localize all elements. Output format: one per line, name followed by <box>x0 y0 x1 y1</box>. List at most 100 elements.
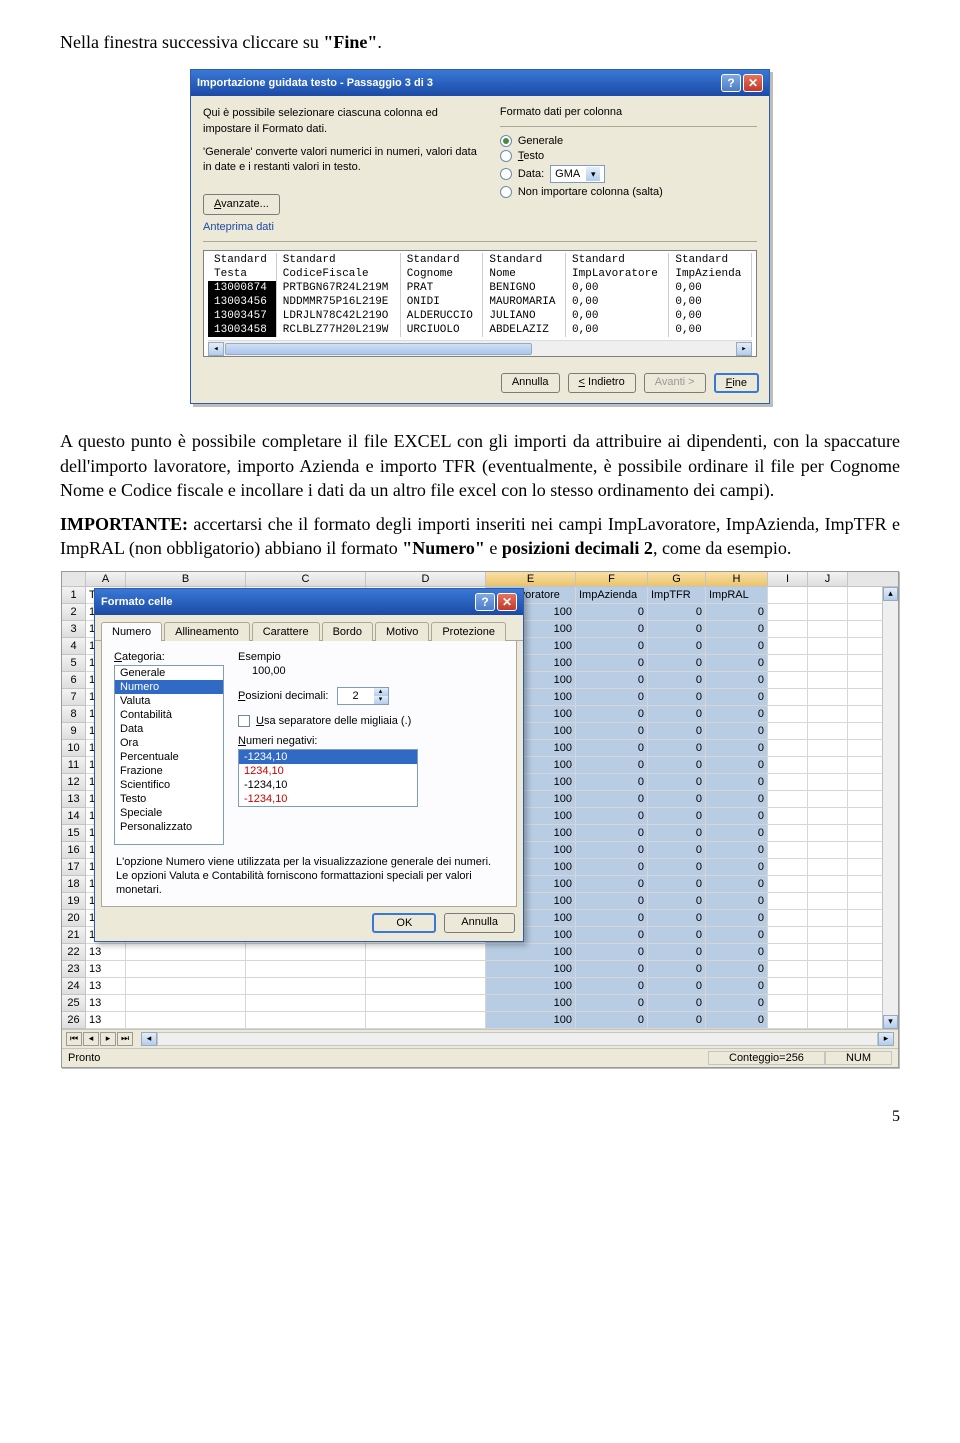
cell[interactable] <box>808 621 848 637</box>
cell[interactable]: 0 <box>576 604 648 620</box>
row-header[interactable]: 2 <box>62 604 86 621</box>
row-header[interactable]: 11 <box>62 757 86 774</box>
list-item[interactable]: 1234,10 <box>239 764 417 778</box>
cell[interactable] <box>768 587 808 603</box>
list-item[interactable]: Speciale <box>115 806 223 820</box>
cell[interactable] <box>126 995 246 1011</box>
cell[interactable] <box>808 723 848 739</box>
cell[interactable] <box>768 774 808 790</box>
cell[interactable]: 0 <box>648 791 706 807</box>
list-item[interactable]: Data <box>115 722 223 736</box>
v-scrollbar[interactable]: ▴ ▾ <box>882 587 898 1029</box>
cell[interactable]: 0 <box>706 655 768 671</box>
cell[interactable] <box>808 978 848 994</box>
column-header[interactable]: I <box>768 572 808 586</box>
cell[interactable]: 0 <box>706 961 768 977</box>
cell[interactable] <box>768 689 808 705</box>
cell[interactable]: 0 <box>648 859 706 875</box>
cell[interactable]: 0 <box>648 723 706 739</box>
cell[interactable]: 0 <box>706 757 768 773</box>
cell[interactable] <box>808 791 848 807</box>
row-header[interactable]: 6 <box>62 672 86 689</box>
list-item[interactable]: -1234,10 <box>239 778 417 792</box>
cell[interactable]: 0 <box>576 1012 648 1028</box>
cell[interactable]: 0 <box>576 927 648 943</box>
titlebar[interactable]: Importazione guidata testo - Passaggio 3… <box>191 70 769 96</box>
cell[interactable]: 0 <box>706 825 768 841</box>
cell[interactable]: 0 <box>706 944 768 960</box>
cell[interactable] <box>768 927 808 943</box>
cell[interactable]: 0 <box>706 859 768 875</box>
cell[interactable] <box>808 672 848 688</box>
help-button[interactable]: ? <box>721 74 741 92</box>
list-item[interactable]: Ora <box>115 736 223 750</box>
decimals-input[interactable] <box>338 689 374 703</box>
cancel-button[interactable]: Annulla <box>501 373 560 393</box>
prev-sheet-icon[interactable]: ◂ <box>83 1032 99 1046</box>
cell[interactable]: 0 <box>706 842 768 858</box>
h-scrollbar[interactable]: ◂ ▸ <box>141 1032 894 1046</box>
cell[interactable]: 0 <box>576 808 648 824</box>
cell[interactable] <box>808 689 848 705</box>
cell[interactable]: 0 <box>706 927 768 943</box>
ok-button[interactable]: OK <box>372 913 436 933</box>
scroll-up-icon[interactable]: ▴ <box>883 587 898 601</box>
last-sheet-icon[interactable]: ⏭ <box>117 1032 133 1046</box>
cell[interactable]: 0 <box>706 672 768 688</box>
cell[interactable] <box>768 723 808 739</box>
scroll-left-icon[interactable]: ◂ <box>208 342 224 356</box>
cell[interactable] <box>768 978 808 994</box>
cell[interactable]: 0 <box>576 995 648 1011</box>
cell[interactable]: 0 <box>576 791 648 807</box>
cell[interactable]: 100 <box>486 1012 576 1028</box>
list-item[interactable]: Generale <box>115 666 223 680</box>
cell[interactable] <box>768 961 808 977</box>
decimals-spinner[interactable]: ▴▾ <box>337 687 389 705</box>
cell[interactable] <box>246 978 366 994</box>
cell[interactable] <box>808 859 848 875</box>
cell[interactable] <box>808 876 848 892</box>
row-header[interactable]: 5 <box>62 655 86 672</box>
cell[interactable] <box>808 842 848 858</box>
scroll-left-icon[interactable]: ◂ <box>141 1032 157 1046</box>
cell[interactable]: 0 <box>706 808 768 824</box>
radio-skip[interactable]: Non importare colonna (salta) <box>500 186 757 198</box>
cell[interactable]: 0 <box>706 791 768 807</box>
cell[interactable]: 0 <box>706 893 768 909</box>
date-format-combo[interactable]: GMA ▾ <box>550 165 605 183</box>
list-item[interactable]: Testo <box>115 792 223 806</box>
tab-protezione[interactable]: Protezione <box>431 622 506 641</box>
cell[interactable] <box>768 672 808 688</box>
row-header[interactable]: 14 <box>62 808 86 825</box>
row-header[interactable]: 22 <box>62 944 86 961</box>
cell[interactable] <box>808 995 848 1011</box>
spin-down-icon[interactable]: ▾ <box>374 696 388 704</box>
tab-numero[interactable]: Numero <box>101 622 162 641</box>
cell[interactable]: 13 <box>86 978 126 994</box>
cell[interactable] <box>808 774 848 790</box>
cell[interactable]: 100 <box>486 978 576 994</box>
row-header[interactable]: 24 <box>62 978 86 995</box>
cell[interactable]: 0 <box>706 1012 768 1028</box>
cell[interactable]: 0 <box>648 621 706 637</box>
row-header[interactable]: 21 <box>62 927 86 944</box>
cell[interactable] <box>808 757 848 773</box>
cell[interactable]: 0 <box>648 672 706 688</box>
radio-text[interactable]: Testo <box>500 150 757 162</box>
cell[interactable]: 0 <box>576 706 648 722</box>
cell[interactable] <box>808 604 848 620</box>
list-item[interactable]: -1234,10 <box>239 750 417 764</box>
cell[interactable]: 0 <box>648 842 706 858</box>
list-item[interactable]: Contabilità <box>115 708 223 722</box>
cell[interactable] <box>768 638 808 654</box>
cell[interactable]: 0 <box>576 621 648 637</box>
cell[interactable]: 0 <box>706 621 768 637</box>
category-list[interactable]: GeneraleNumeroValutaContabilitàDataOraPe… <box>114 665 224 845</box>
cell[interactable] <box>808 655 848 671</box>
cell[interactable] <box>768 604 808 620</box>
scroll-down-icon[interactable]: ▾ <box>883 1015 898 1029</box>
cell[interactable] <box>768 876 808 892</box>
negative-numbers-list[interactable]: -1234,101234,10-1234,10-1234,10 <box>238 749 418 807</box>
tab-bordo[interactable]: Bordo <box>322 622 373 641</box>
cell[interactable] <box>126 978 246 994</box>
